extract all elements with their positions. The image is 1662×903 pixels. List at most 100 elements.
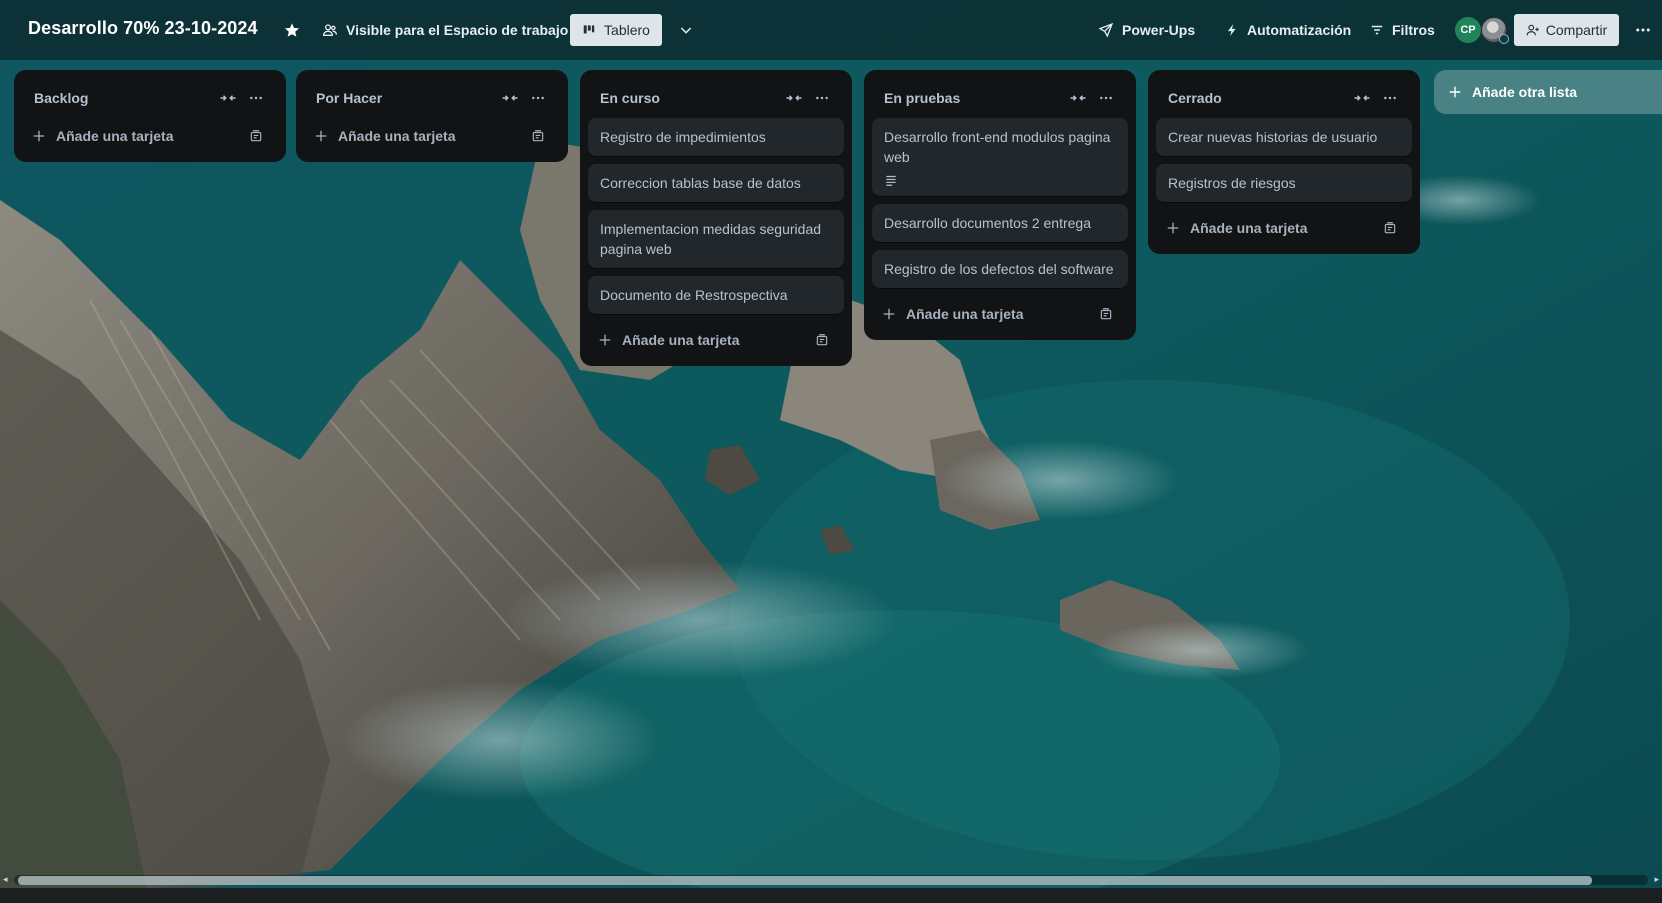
template-icon [816,334,828,346]
scrollbar-thumb[interactable] [18,876,1592,885]
more-icon [1100,96,1112,100]
share-button[interactable]: Compartir [1514,14,1619,46]
card[interactable]: Desarrollo front-end modulos pagina web [872,118,1128,196]
collapse-list-button[interactable] [214,84,242,112]
create-from-template-button[interactable] [242,122,270,150]
plus-icon [883,308,895,320]
card[interactable]: Desarrollo documentos 2 entrega [872,204,1128,242]
add-card-label: Añade una tarjeta [622,332,740,348]
collapse-list-button[interactable] [1348,84,1376,112]
list-header: Backlog [22,78,278,118]
card[interactable]: Registro de los defectos del software [872,250,1128,288]
add-card-button[interactable]: Añade una tarjeta [588,322,844,358]
lightning-icon [1227,24,1236,36]
automation-button[interactable]: Automatización [1219,14,1357,46]
card-title: Desarrollo front-end modulos pagina web [884,129,1111,165]
add-card-button[interactable]: Añade una tarjeta [1156,210,1412,246]
more-icon [250,96,262,100]
add-card-button[interactable]: Añade una tarjeta [22,118,278,154]
chevron-down-icon [680,27,692,34]
list-actions-button[interactable] [1092,84,1120,112]
add-card-label: Añade una tarjeta [1190,220,1308,236]
list-actions-button[interactable] [242,84,270,112]
collapse-icon [220,95,236,101]
view-dropdown-button[interactable] [672,14,700,46]
star-button[interactable] [278,14,306,46]
collapse-icon [786,95,802,101]
people-icon [322,24,337,36]
card[interactable]: Crear nuevas historias de usuario [1156,118,1412,156]
board-header: Desarrollo 70% 23-10-2024 Visible para e… [0,0,1662,60]
collapse-list-button[interactable] [496,84,524,112]
view-label: Tablero [604,22,650,38]
plus-icon [1167,222,1179,234]
visibility-button[interactable]: Visible para el Espacio de trabajo [316,14,574,46]
more-icon [816,96,828,100]
list-title[interactable]: Cerrado [1168,90,1348,106]
list-header: En curso [588,78,844,118]
collapse-list-button[interactable] [780,84,808,112]
more-icon [1636,28,1650,32]
avatar[interactable]: CP [1455,17,1481,43]
rocket-icon [1098,22,1114,38]
list-por-hacer: Por Hacer Añade una tarjeta [296,70,568,162]
card[interactable]: Implementacion medidas seguridad pagina … [588,210,844,268]
plus-icon [599,334,611,346]
add-person-icon [1526,24,1539,36]
list-en-pruebas: En pruebas Desarrollo front-end modulos … [864,70,1136,340]
scroll-right-icon[interactable]: ▸ [1654,874,1659,885]
card[interactable]: Documento de Restrospectiva [588,276,844,314]
create-from-template-button[interactable] [524,122,552,150]
powerups-button[interactable]: Power-Ups [1092,14,1201,46]
card[interactable]: Correccion tablas base de datos [588,164,844,202]
template-icon [1100,308,1112,320]
list-title[interactable]: En pruebas [884,90,1064,106]
more-icon [1384,96,1396,100]
admin-badge [1499,34,1509,44]
horizontal-scrollbar[interactable]: ◂ ▸ [0,872,1662,888]
card[interactable]: Registro de impedimientos [588,118,844,156]
share-label: Compartir [1545,22,1608,38]
visibility-label: Visible para el Espacio de trabajo [346,22,569,38]
automation-label: Automatización [1247,22,1352,38]
card[interactable]: Registros de riesgos [1156,164,1412,202]
collapse-icon [1070,95,1086,101]
board-title[interactable]: Desarrollo 70% 23-10-2024 [28,18,258,39]
template-icon [1384,222,1396,234]
add-card-label: Añade una tarjeta [338,128,456,144]
template-icon [532,130,544,142]
star-icon [285,23,299,37]
list-actions-button[interactable] [808,84,836,112]
list-title[interactable]: Por Hacer [316,90,496,106]
filters-button[interactable]: Filtros [1364,14,1441,46]
collapse-list-button[interactable] [1064,84,1092,112]
list-cerrado: Cerrado Crear nuevas historias de usuari… [1148,70,1420,254]
powerups-label: Power-Ups [1122,22,1196,38]
create-from-template-button[interactable] [1376,214,1404,242]
board-icon [583,25,595,34]
add-card-label: Añade una tarjeta [56,128,174,144]
add-card-button[interactable]: Añade una tarjeta [872,296,1128,332]
list-title[interactable]: En curso [600,90,780,106]
add-list-button[interactable]: Añade otra lista [1434,70,1662,114]
add-card-label: Añade una tarjeta [906,306,1024,322]
description-icon [886,175,896,186]
view-switcher-button[interactable]: Tablero [570,14,662,46]
filter-icon [1371,25,1383,35]
list-backlog: Backlog Añade una tarjeta [14,70,286,162]
add-card-button[interactable]: Añade una tarjeta [304,118,560,154]
scroll-left-icon[interactable]: ◂ [3,874,8,885]
list-actions-button[interactable] [524,84,552,112]
create-from-template-button[interactable] [808,326,836,354]
list-actions-button[interactable] [1376,84,1404,112]
list-en-curso: En curso Registro de impedimientos Corre… [580,70,852,366]
list-title[interactable]: Backlog [34,90,214,106]
add-list-label: Añade otra lista [1472,84,1578,100]
board-menu-button[interactable] [1628,14,1658,46]
template-icon [250,130,262,142]
plus-icon [33,130,45,142]
list-header: Por Hacer [304,78,560,118]
create-from-template-button[interactable] [1092,300,1120,328]
plus-icon [315,130,327,142]
more-icon [532,96,544,100]
